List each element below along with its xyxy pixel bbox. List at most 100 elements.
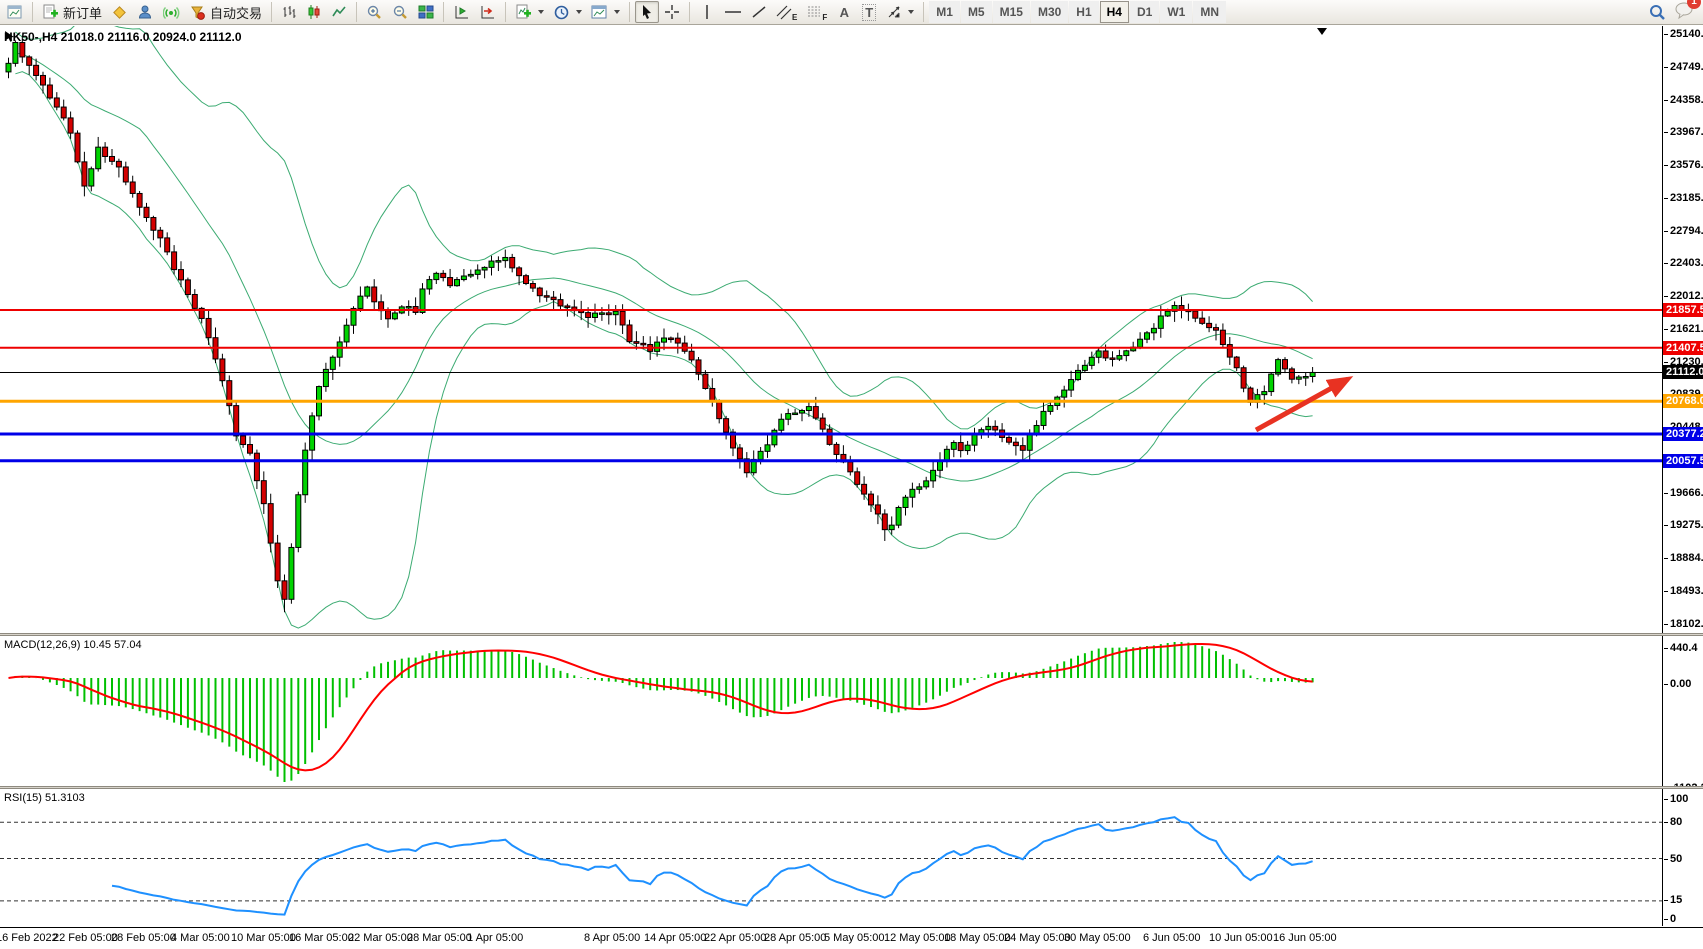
zoom-out-button[interactable] [388, 1, 413, 23]
arrows-icon [888, 6, 900, 18]
equidistant-channel-button[interactable]: E [772, 1, 801, 23]
price-tick-label: 23576.5 [1664, 159, 1703, 171]
arrows-button[interactable] [882, 1, 918, 23]
clock-icon [554, 5, 569, 19]
price-tick-label: 18884.5 [1664, 552, 1703, 564]
autotrade-label: 自动交易 [210, 5, 263, 21]
toolbar-separator [443, 2, 445, 22]
chart-shift-marker-icon[interactable] [1317, 28, 1327, 35]
templates-button[interactable] [587, 1, 624, 23]
date-tick-label: 22 Apr 05:00 [704, 932, 767, 944]
macd-axis-label: 440.4 [1664, 642, 1698, 654]
new-order-label: 新订单 [63, 5, 103, 21]
date-tick-label: 4 Mar 05:00 [171, 932, 230, 944]
new-order-icon [43, 4, 58, 18]
search-icon[interactable] [1648, 3, 1666, 21]
zoom-out-icon [393, 5, 407, 19]
vertical-line-icon [706, 5, 708, 19]
zoom-in-button[interactable] [362, 1, 387, 23]
toolbar-separator [923, 2, 925, 22]
dropdown-caret-icon [538, 10, 545, 14]
channel-icon [776, 5, 792, 20]
price-chart-pane[interactable]: HK50-,H4 21018.0 21116.0 20924.0 21112.0… [0, 26, 1703, 633]
chart-header: HK50-,H4 21018.0 21116.0 20924.0 21112.0 [4, 30, 242, 44]
tf-h1-button[interactable]: H1 [1069, 1, 1099, 23]
date-tick-label: 28 Apr 05:00 [764, 932, 827, 944]
candlestick-icon [308, 5, 320, 19]
cursor-icon [643, 5, 652, 19]
mt4-window: 新订单 自动交易 E F A T M1 M5 M15 M30 H1 H4 D1 … [0, 0, 1703, 949]
date-tick-label: 16 Feb 2022 [0, 932, 58, 944]
zoom-in-icon [367, 5, 381, 19]
crosshair-button[interactable] [660, 1, 684, 23]
tf-m30-button[interactable]: M30 [1030, 1, 1069, 23]
date-tick-label: 16 Jun 05:00 [1273, 932, 1337, 944]
candlestick-button[interactable] [302, 1, 326, 23]
notifications-button[interactable]: 1 [1674, 0, 1701, 24]
price-line-label: 20768.0 [1663, 394, 1703, 409]
line-chart-button[interactable] [327, 1, 351, 23]
auto-scroll-button[interactable] [449, 1, 474, 23]
trendline-button[interactable] [747, 1, 771, 23]
text-tool-icon: A [839, 4, 849, 20]
text-button[interactable]: A [832, 1, 856, 23]
autotrade-button[interactable]: 自动交易 [185, 1, 266, 23]
cursor-button[interactable] [635, 1, 660, 23]
bar-chart-button[interactable] [277, 1, 301, 23]
price-tick-label: 24749.5 [1664, 61, 1703, 73]
time-axis[interactable]: 16 Feb 2022 22 Feb 05:00 28 Feb 05:00 4 Mar… [0, 927, 1703, 949]
date-tick-label: 12 May 05:00 [884, 932, 951, 944]
chart-shift-button[interactable] [475, 1, 500, 23]
date-tick-label: 30 May 05:00 [1064, 932, 1131, 944]
auto-scroll-icon [455, 5, 469, 18]
fibonacci-button[interactable]: F [802, 1, 831, 23]
price-axis[interactable]: 25140.5 24749.5 24358.5 23967.5 23576.5 23185… [1662, 26, 1703, 633]
new-order-button[interactable]: 新订单 [38, 1, 106, 23]
tf-m15-button[interactable]: M15 [992, 1, 1030, 23]
yellow-diamond-icon [113, 5, 126, 19]
macd-axis-label: 0.00 [1663, 678, 1692, 690]
macd-canvas[interactable] [0, 636, 1662, 786]
macd-pane[interactable]: MACD(12,26,9) 10.45 57.04 440.40.00-1102… [0, 636, 1703, 794]
rsi-canvas[interactable] [0, 789, 1662, 926]
price-tick-label: 24358.5 [1664, 94, 1703, 106]
indicators-button[interactable] [511, 1, 548, 23]
rsi-axis-label: 0 [1663, 913, 1677, 925]
tf-d1-button[interactable]: D1 [1129, 1, 1160, 23]
candlestick-canvas[interactable] [0, 26, 1662, 633]
macd-name: MACD(12,26,9) [4, 639, 81, 651]
fibonacci-icon [808, 6, 821, 17]
date-tick-label: 24 May 05:00 [1004, 932, 1071, 944]
vertical-line-button[interactable] [695, 1, 719, 23]
market-watch-button[interactable] [107, 1, 132, 23]
text-label-button[interactable]: T [857, 1, 881, 23]
crosshair-icon [665, 5, 680, 19]
trendline-icon [752, 6, 766, 18]
chart-window-button[interactable] [3, 1, 27, 23]
toolbar-separator [271, 2, 273, 22]
toolbar-separator [505, 2, 507, 22]
macd-axis[interactable]: 440.40.00-1102.21 [1662, 636, 1703, 794]
label-tool-icon: T [862, 3, 877, 21]
tf-mn-button[interactable]: MN [1193, 1, 1226, 23]
rsi-axis[interactable]: 100 80 50 15 0 [1662, 789, 1703, 926]
user-icon [139, 5, 152, 18]
tile-windows-icon [418, 5, 434, 19]
signals-button[interactable] [159, 1, 184, 23]
tf-w1-button[interactable]: W1 [1160, 1, 1193, 23]
dropdown-caret-icon [576, 10, 583, 14]
tf-h4-button[interactable]: H4 [1099, 1, 1129, 23]
toolbar-separator [629, 2, 631, 22]
navigator-button[interactable] [133, 1, 158, 23]
tile-windows-button[interactable] [414, 1, 438, 23]
price-tick-label: 19275.5 [1664, 519, 1703, 531]
horizontal-line-button[interactable] [720, 1, 746, 23]
rsi-pane[interactable]: RSI(15) 51.3103 100 80 50 15 0 [0, 789, 1703, 926]
periods-button[interactable] [549, 1, 586, 23]
toolbar-separator [689, 2, 691, 22]
tf-m1-button[interactable]: M1 [929, 1, 960, 23]
date-tick-label: 18 May 05:00 [944, 932, 1011, 944]
date-tick-label: 6 Jun 05:00 [1143, 932, 1201, 944]
rsi-value: 51.3103 [44, 792, 85, 804]
tf-m5-button[interactable]: M5 [960, 1, 992, 23]
